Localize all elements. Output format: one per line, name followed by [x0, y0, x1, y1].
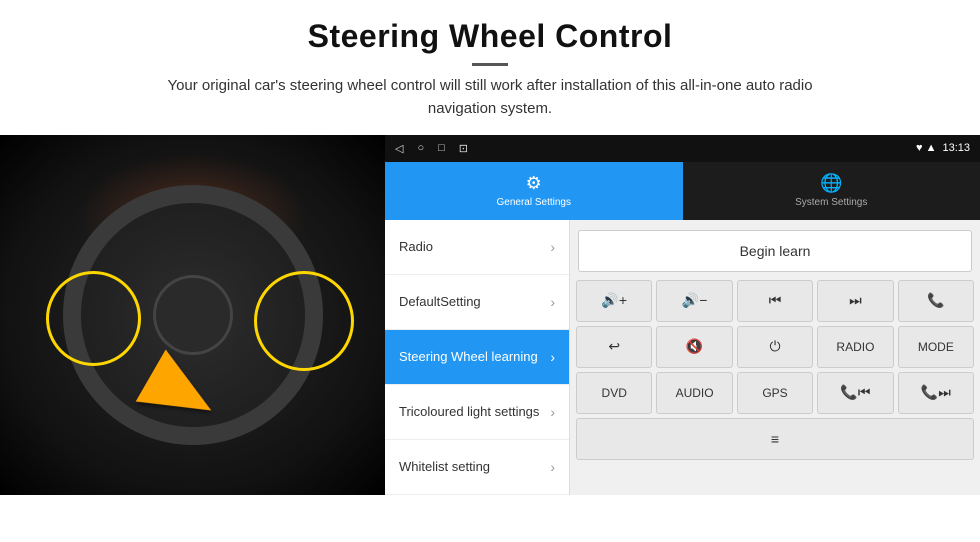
system-settings-label: System Settings	[795, 197, 867, 208]
sw-inner	[153, 275, 233, 355]
button-row-4: ≡	[576, 418, 974, 460]
menu-whitelist-label: Whitelist setting	[399, 459, 490, 474]
mode-label: MODE	[918, 340, 954, 354]
vol-down-icon: 🔊−	[682, 292, 708, 309]
menu-item-whitelist[interactable]: Whitelist setting ›	[385, 440, 569, 495]
call-icon: 📞	[927, 292, 944, 309]
main-content: ◁ ○ □ ⊡ ♥ ▲ 13:13 ⚙ General Settings 🌐 S…	[0, 135, 980, 495]
menu-item-tricoloured[interactable]: Tricoloured light settings ›	[385, 385, 569, 440]
button-grid: Begin learn 🔊+ 🔊− ⏮ ⏭	[570, 220, 980, 495]
status-indicators: ♥ ▲ 13:13	[916, 142, 970, 154]
begin-learn-row: Begin learn	[576, 226, 974, 276]
chevron-icon: ›	[550, 459, 555, 475]
back-nav-icon[interactable]: ◁	[395, 142, 403, 155]
menu-list-button[interactable]: ≡	[576, 418, 974, 460]
settings-menu: Radio › DefaultSetting › Steering Wheel …	[385, 220, 570, 495]
page-header: Steering Wheel Control Your original car…	[0, 0, 980, 135]
menu-radio-label: Radio	[399, 239, 433, 254]
signal-icon: ♥ ▲	[916, 142, 936, 154]
menu-steering-label: Steering Wheel learning	[399, 349, 538, 364]
highlight-left	[46, 271, 141, 366]
call-button[interactable]: 📞	[898, 280, 974, 322]
menu-default-label: DefaultSetting	[399, 294, 481, 309]
vol-up-button[interactable]: 🔊+	[576, 280, 652, 322]
menu-list-icon: ≡	[771, 431, 779, 447]
menu-tricoloured-label: Tricoloured light settings	[399, 404, 539, 419]
header-subtitle: Your original car's steering wheel contr…	[140, 74, 840, 121]
android-panel: ◁ ○ □ ⊡ ♥ ▲ 13:13 ⚙ General Settings 🌐 S…	[385, 135, 980, 495]
dvd-button[interactable]: DVD	[576, 372, 652, 414]
chevron-icon: ›	[550, 404, 555, 420]
page-title: Steering Wheel Control	[20, 18, 960, 55]
screenshot-nav-icon[interactable]: ⊡	[459, 142, 468, 155]
mode-button[interactable]: MODE	[898, 326, 974, 368]
vol-down-button[interactable]: 🔊−	[656, 280, 732, 322]
power-button[interactable]: ⏻	[737, 326, 813, 368]
status-bar: ◁ ○ □ ⊡ ♥ ▲ 13:13	[385, 135, 980, 163]
recent-nav-icon[interactable]: □	[438, 142, 445, 154]
mute-icon: 🔇	[686, 338, 703, 355]
nav-icons: ◁ ○ □ ⊡	[395, 142, 468, 155]
power-icon: ⏻	[769, 338, 780, 355]
chevron-icon: ›	[550, 239, 555, 255]
button-row-2: ↩ 🔇 ⏻ RADIO MODE	[576, 326, 974, 368]
menu-item-radio[interactable]: Radio ›	[385, 220, 569, 275]
vol-up-icon: 🔊+	[601, 292, 627, 309]
steering-wheel-image	[0, 135, 385, 495]
next-track-button[interactable]: ⏭	[817, 280, 893, 322]
tel-prev-icon: 📞⏮	[840, 384, 870, 401]
tab-general-settings[interactable]: ⚙ General Settings	[385, 162, 683, 219]
radio-label: RADIO	[836, 340, 874, 354]
tab-bar: ⚙ General Settings 🌐 System Settings	[385, 162, 980, 219]
arrow-indicator	[146, 363, 226, 423]
prev-track-button[interactable]: ⏮	[737, 280, 813, 322]
chevron-icon: ›	[550, 294, 555, 310]
radio-button[interactable]: RADIO	[817, 326, 893, 368]
sw-background	[0, 135, 385, 495]
gps-button[interactable]: GPS	[737, 372, 813, 414]
system-settings-icon: 🌐	[820, 173, 842, 194]
chevron-icon: ›	[550, 349, 555, 365]
content-area: Radio › DefaultSetting › Steering Wheel …	[385, 220, 980, 495]
audio-button[interactable]: AUDIO	[656, 372, 732, 414]
clock: 13:13	[942, 142, 970, 154]
mute-button[interactable]: 🔇	[656, 326, 732, 368]
menu-item-default[interactable]: DefaultSetting ›	[385, 275, 569, 330]
back-call-icon: ↩	[608, 338, 620, 355]
general-settings-label: General Settings	[497, 197, 572, 208]
header-divider	[472, 63, 508, 66]
dvd-label: DVD	[602, 386, 627, 400]
tel-prev-button[interactable]: 📞⏮	[817, 372, 893, 414]
button-row-1: 🔊+ 🔊− ⏮ ⏭ 📞	[576, 280, 974, 322]
menu-item-steering[interactable]: Steering Wheel learning ›	[385, 330, 569, 385]
home-nav-icon[interactable]: ○	[417, 142, 424, 154]
gps-label: GPS	[762, 386, 787, 400]
button-row-3: DVD AUDIO GPS 📞⏮ 📞⏭	[576, 372, 974, 414]
back-button[interactable]: ↩	[576, 326, 652, 368]
prev-track-icon: ⏮	[769, 292, 782, 309]
audio-label: AUDIO	[676, 386, 714, 400]
tab-system-settings[interactable]: 🌐 System Settings	[683, 162, 980, 219]
tel-next-button[interactable]: 📞⏭	[898, 372, 974, 414]
begin-learn-button[interactable]: Begin learn	[578, 230, 972, 272]
tel-next-icon: 📞⏭	[921, 384, 951, 401]
next-track-icon: ⏭	[849, 292, 862, 309]
general-settings-icon: ⚙	[526, 173, 542, 194]
highlight-right	[254, 271, 354, 371]
